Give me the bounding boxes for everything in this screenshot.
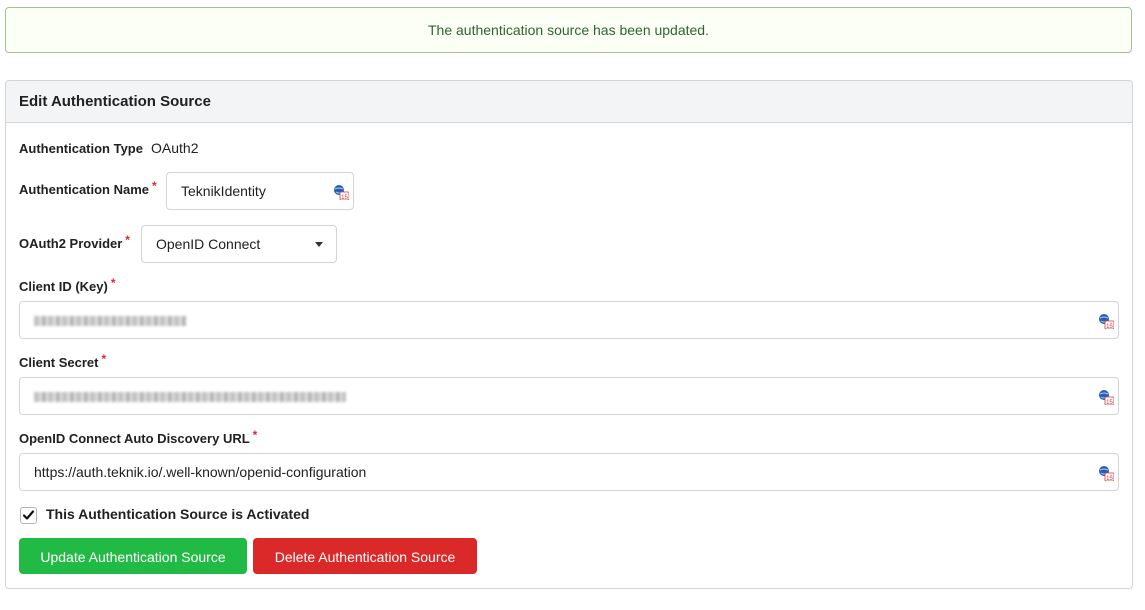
caret-down-icon bbox=[315, 242, 323, 247]
svg-text:15: 15 bbox=[1106, 476, 1113, 481]
success-message: The authentication source has been updat… bbox=[5, 7, 1132, 53]
required-marker: * bbox=[152, 179, 157, 193]
auth-name-label: Authentication Name * bbox=[19, 179, 157, 197]
client-secret-input[interactable]: 15 bbox=[19, 377, 1119, 415]
activated-checkbox[interactable] bbox=[20, 507, 37, 524]
required-marker: * bbox=[252, 428, 258, 442]
svg-text:15: 15 bbox=[341, 195, 348, 200]
provider-selected-value: OpenID Connect bbox=[156, 236, 261, 252]
provider-select[interactable]: OpenID Connect bbox=[141, 225, 337, 263]
client-id-label-text: Client ID (Key) bbox=[19, 279, 108, 294]
required-marker: * bbox=[125, 233, 130, 247]
client-id-obscured-value bbox=[34, 316, 186, 327]
auth-type-value: OAuth2 bbox=[151, 140, 199, 156]
auth-name-input-value: TeknikIdentity bbox=[181, 183, 266, 199]
discovery-url-label-text: OpenID Connect Auto Discovery URL bbox=[19, 431, 250, 446]
edit-auth-source-panel: Edit Authentication Source Authenticatio… bbox=[5, 80, 1133, 589]
provider-label-text: OAuth2 Provider bbox=[19, 236, 123, 251]
globe-badge-icon[interactable]: 15 bbox=[1098, 465, 1114, 481]
client-secret-label-text: Client Secret bbox=[19, 355, 99, 370]
globe-badge-icon[interactable]: 15 bbox=[333, 184, 349, 200]
checkmark-icon bbox=[22, 510, 35, 520]
client-id-label: Client ID (Key) * bbox=[19, 276, 116, 294]
globe-badge-icon[interactable]: 15 bbox=[1098, 313, 1114, 329]
required-marker: * bbox=[110, 276, 116, 290]
panel-title: Edit Authentication Source bbox=[6, 81, 1132, 123]
provider-label: OAuth2 Provider * bbox=[19, 233, 130, 251]
update-auth-source-button[interactable]: Update Authentication Source bbox=[19, 538, 247, 574]
activated-label[interactable]: This Authentication Source is Activated bbox=[46, 506, 309, 522]
auth-type-label: Authentication Type bbox=[19, 141, 143, 156]
client-id-input[interactable]: 15 bbox=[19, 301, 1119, 339]
globe-badge-icon[interactable]: 15 bbox=[1098, 389, 1114, 405]
client-secret-label: Client Secret * bbox=[19, 352, 107, 370]
svg-text:15: 15 bbox=[1106, 400, 1113, 405]
success-message-text: The authentication source has been updat… bbox=[428, 22, 709, 38]
discovery-url-label: OpenID Connect Auto Discovery URL * bbox=[19, 428, 258, 446]
auth-name-label-text: Authentication Name bbox=[19, 182, 150, 197]
discovery-url-input[interactable]: https://auth.teknik.io/.well-known/openi… bbox=[19, 453, 1119, 491]
client-secret-obscured-value bbox=[34, 392, 346, 403]
svg-text:15: 15 bbox=[1106, 324, 1113, 329]
delete-auth-source-button[interactable]: Delete Authentication Source bbox=[253, 538, 477, 574]
discovery-url-value: https://auth.teknik.io/.well-known/openi… bbox=[34, 464, 367, 480]
auth-name-input[interactable]: TeknikIdentity 15 bbox=[166, 172, 354, 210]
required-marker: * bbox=[101, 352, 107, 366]
